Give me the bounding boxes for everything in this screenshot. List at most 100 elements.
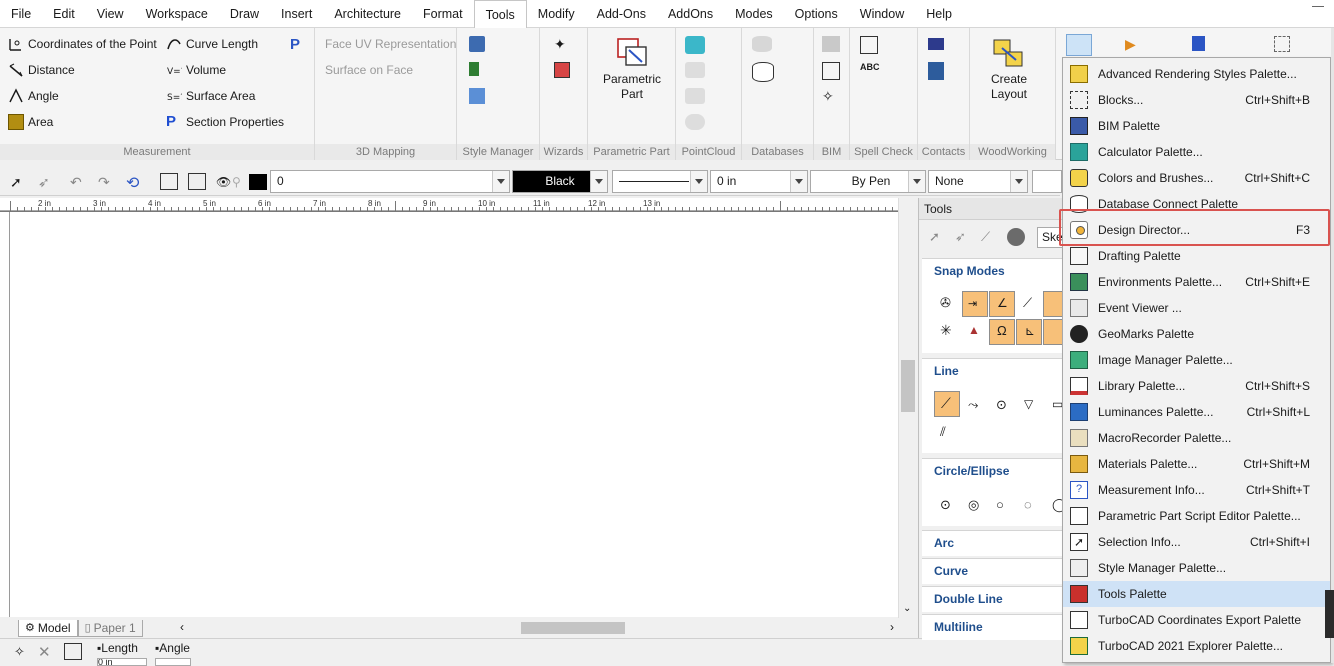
surface-on-face-button[interactable]: Surface on Face <box>325 63 413 77</box>
database-icon[interactable] <box>752 36 772 52</box>
menu-item-advanced-rendering[interactable]: Advanced Rendering Styles Palette... <box>1063 61 1330 87</box>
wizard-shape-icon[interactable] <box>554 62 570 78</box>
parametric-part-button[interactable]: Parametric Part <box>592 36 672 102</box>
line-header[interactable]: Line <box>922 359 1067 383</box>
sphere-icon[interactable] <box>1007 228 1025 246</box>
scroll-right-icon[interactable]: › <box>890 620 894 634</box>
snap-quadrant-icon[interactable]: Ω <box>989 319 1015 345</box>
circle-ellipse-header[interactable]: Circle/Ellipse <box>922 459 1067 483</box>
spell-abc-icon[interactable]: ABC <box>860 62 880 78</box>
menu-draw[interactable]: Draw <box>219 0 270 28</box>
menu-item-library[interactable]: Library Palette... Ctrl+Shift+S <box>1063 373 1330 399</box>
face-uv-button[interactable]: Face UV Representation <box>325 37 456 51</box>
database-connect-icon[interactable] <box>752 62 774 82</box>
hatch-line-icon[interactable]: ⫽ <box>940 424 956 440</box>
tab-model[interactable]: ⚙ Model <box>18 619 78 637</box>
line-style-combo[interactable] <box>612 170 708 193</box>
menu-item-event-viewer[interactable]: Event Viewer ... <box>1063 295 1330 321</box>
menu-item-materials[interactable]: Materials Palette... Ctrl+Shift+M <box>1063 451 1330 477</box>
menu-item-calculator[interactable]: Calculator Palette... <box>1063 139 1330 165</box>
section-properties-button[interactable]: P Section Properties <box>166 114 284 130</box>
horizontal-scrollbar[interactable]: ‹ › <box>176 619 898 637</box>
menu-item-tools-palette[interactable]: Tools Palette <box>1063 581 1330 607</box>
contacts-book-icon[interactable] <box>928 62 944 80</box>
render-icon[interactable]: ▶ <box>1125 36 1141 52</box>
snap-modes-header[interactable]: Snap Modes <box>922 259 1067 283</box>
curve-header[interactable]: Curve <box>922 559 1067 583</box>
menu-item-bim-palette[interactable]: BIM Palette <box>1063 113 1330 139</box>
menu-item-luminances[interactable]: Luminances Palette... Ctrl+Shift+L <box>1063 399 1330 425</box>
line-width-combo[interactable]: 0 in <box>710 170 808 193</box>
extra-combo[interactable] <box>1032 170 1062 193</box>
circle-center-icon[interactable]: ⊙ <box>940 497 956 513</box>
pen-combo[interactable]: By Pen <box>810 170 926 193</box>
arc-header[interactable]: Arc <box>922 531 1067 555</box>
loop-icon[interactable]: ⟲ <box>126 173 142 192</box>
document-icon[interactable] <box>1192 36 1205 51</box>
circle-concentric-icon[interactable]: ◎ <box>968 497 984 513</box>
curve-length-button[interactable]: Curve Length <box>166 36 258 52</box>
select-vertex-icon[interactable]: ➶ <box>955 229 971 245</box>
snap-point-icon[interactable]: ▲ <box>962 319 988 345</box>
snap-vertex-icon[interactable]: ✳ <box>934 319 960 345</box>
scroll-left-icon[interactable]: ‹ <box>180 620 184 634</box>
menu-tools[interactable]: Tools <box>473 0 527 29</box>
color-combo[interactable]: Black <box>512 170 608 193</box>
multiline-header[interactable]: Multiline <box>922 615 1067 639</box>
layer-combo[interactable]: 0 <box>270 170 510 193</box>
palettes-dropdown-button[interactable] <box>1066 34 1092 56</box>
menu-item-image-manager[interactable]: Image Manager Palette... <box>1063 347 1330 373</box>
spell-check-icon[interactable] <box>860 36 878 54</box>
table-icon[interactable] <box>64 643 82 660</box>
menu-insert[interactable]: Insert <box>270 0 323 28</box>
length-input[interactable]: 0 in <box>97 658 147 666</box>
select-area-icon[interactable]: ⟋ <box>981 229 997 245</box>
chevron-down-icon[interactable] <box>790 171 807 192</box>
bim-wand-icon[interactable]: ✧ <box>822 88 838 104</box>
select-vertex-icon[interactable]: ➶ <box>38 174 54 190</box>
pointcloud-icon[interactable] <box>685 36 705 54</box>
layer-manager-icon[interactable] <box>188 173 206 190</box>
chevron-down-icon[interactable] <box>690 171 707 192</box>
bim-icon[interactable] <box>822 36 840 52</box>
menu-item-blocks[interactable]: Blocks... Ctrl+Shift+B <box>1063 87 1330 113</box>
distance-button[interactable]: Distance <box>8 62 75 78</box>
coordinates-button[interactable]: Coordinates of the Point <box>8 36 157 52</box>
menu-item-geomarks[interactable]: GeoMarks Palette <box>1063 321 1330 347</box>
menu-item-coordinates-export[interactable]: TurboCAD Coordinates Export Palette <box>1063 607 1330 633</box>
magic-wand-icon[interactable]: ✧ <box>14 644 30 660</box>
multi-segment-icon[interactable]: ⤳ <box>968 397 984 413</box>
style-grid-icon[interactable] <box>469 62 479 76</box>
menu-item-macrorecorder[interactable]: MacroRecorder Palette... <box>1063 425 1330 451</box>
close-icon[interactable]: ✕ <box>38 643 54 661</box>
menu-workspace[interactable]: Workspace <box>135 0 219 28</box>
volume-button[interactable]: V=? Volume <box>166 62 226 78</box>
horizontal-scroll-thumb[interactable] <box>521 622 625 634</box>
menu-modify[interactable]: Modify <box>527 0 586 28</box>
snap-center-icon[interactable] <box>1043 291 1063 317</box>
fill-combo[interactable]: None <box>928 170 1028 193</box>
menu-view[interactable]: View <box>86 0 135 28</box>
drawing-canvas[interactable] <box>10 212 898 617</box>
menu-modes[interactable]: Modes <box>724 0 784 28</box>
menu-architecture[interactable]: Architecture <box>323 0 412 28</box>
menu-item-environments[interactable]: Environments Palette... Ctrl+Shift+E <box>1063 269 1330 295</box>
menu-help[interactable]: Help <box>915 0 963 28</box>
pointcloud-3-icon[interactable] <box>685 88 705 104</box>
surface-area-button[interactable]: S=? Surface Area <box>166 88 255 104</box>
menu-window[interactable]: Window <box>849 0 915 28</box>
triangle-icon[interactable]: ▽ <box>1024 397 1040 413</box>
menu-item-selection-info[interactable]: ➚ Selection Info... Ctrl+Shift+I <box>1063 529 1330 555</box>
chevron-down-icon[interactable] <box>590 171 607 192</box>
vertical-scrollbar[interactable]: ⌄ <box>898 198 916 618</box>
circle-2point-icon[interactable]: ○ <box>996 497 1012 513</box>
snap-perpendicular-icon[interactable]: ∠ <box>989 291 1015 317</box>
parametric-p-icon[interactable]: P <box>290 36 306 53</box>
double-line-header[interactable]: Double Line <box>922 587 1067 611</box>
chevron-down-icon[interactable] <box>908 171 925 192</box>
area-button[interactable]: Area <box>8 114 53 130</box>
select-arrow-icon[interactable]: ➚ <box>929 229 945 245</box>
wizard-wand-icon[interactable]: ✦ <box>554 36 570 52</box>
menu-add-ons[interactable]: Add-Ons <box>586 0 657 28</box>
snap-free-icon[interactable]: ✇ <box>934 291 960 317</box>
